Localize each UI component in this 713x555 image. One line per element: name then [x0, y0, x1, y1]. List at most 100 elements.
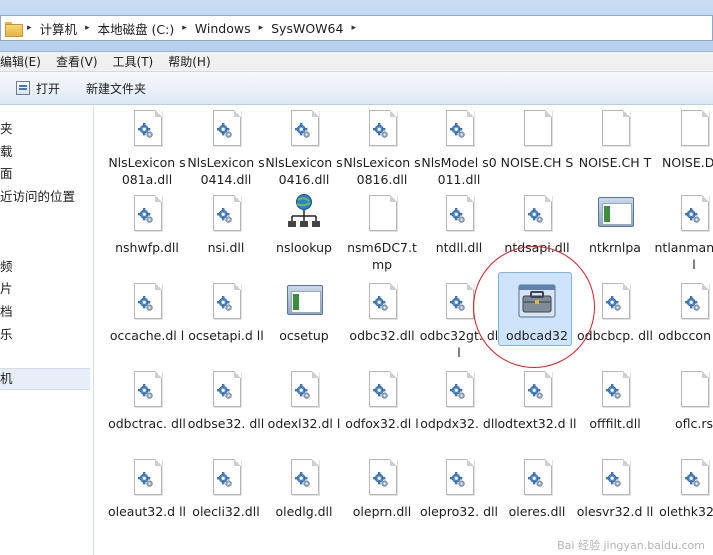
file-item[interactable]: ocsetapi.d ll — [186, 281, 266, 361]
navigation-pane: 夹 载 面 近访问的位置 频 片 档 乐 机 — [0, 106, 94, 555]
file-item[interactable]: NlsModel s0011.dll — [419, 108, 499, 188]
file-item[interactable]: oledlg.dll — [264, 457, 344, 537]
file-item[interactable]: NOISE.CH T — [575, 108, 655, 188]
file-item[interactable]: nshwfp.dll — [107, 193, 187, 273]
dll-gear-icon — [364, 108, 400, 152]
dll-gear-icon — [286, 108, 322, 152]
watermark: Bai 经验 jingyan.baidu.com — [557, 539, 705, 552]
file-item[interactable]: odbc32.dll — [342, 281, 422, 361]
file-item[interactable]: NlsLexicon s081a.dll — [107, 108, 187, 188]
breadcrumb-computer[interactable]: 计算机 — [34, 19, 84, 38]
file-item[interactable]: odfox32.dl l — [342, 369, 422, 449]
nav-item-documents[interactable]: 档 — [0, 301, 13, 320]
file-item[interactable]: odbctrac. dll — [107, 369, 187, 449]
file-name: odpdx32. dll — [420, 416, 498, 431]
dll-gear-icon — [208, 369, 244, 413]
dll-gear-icon — [208, 108, 244, 152]
file-item[interactable]: ntlanman. dll — [654, 193, 713, 273]
address-box[interactable]: ▸ 计算机 ▸ 本地磁盘 (C:) ▸ Windows ▸ SysWOW64 ▸ — [0, 15, 713, 41]
open-label: 打开 — [36, 81, 61, 96]
dll-gear-icon — [364, 457, 400, 501]
file-name: NlsLexicon s0416.dll — [265, 155, 343, 187]
file-item[interactable]: offfilt.dll — [575, 369, 655, 449]
chevron-right-icon[interactable]: ▸ — [349, 23, 358, 33]
dll-gear-icon — [519, 369, 555, 413]
file-name: ntlanman. dll — [654, 240, 713, 272]
file-name: olesvr32.d ll — [576, 504, 654, 519]
blank-file-icon — [597, 108, 633, 152]
file-item[interactable]: NlsLexicon s0416.dll — [264, 108, 344, 188]
dll-gear-icon — [286, 369, 322, 413]
chevron-right-icon[interactable]: ▸ — [257, 23, 266, 33]
file-item[interactable]: olesvr32.d ll — [575, 457, 655, 537]
nav-item-recent-places[interactable]: 近访问的位置 — [0, 186, 75, 205]
new-folder-button[interactable]: 新建文件夹 — [86, 80, 146, 97]
blank-file-icon — [519, 108, 555, 152]
file-item[interactable]: olepro32. dll — [419, 457, 499, 537]
open-button[interactable]: 打开 — [16, 80, 60, 97]
chevron-right-icon[interactable]: ▸ — [180, 23, 189, 33]
nav-item-favorites[interactable]: 夹 — [0, 118, 13, 137]
file-name: oledlg.dll — [275, 504, 333, 519]
file-item[interactable]: NOISE.D T — [654, 108, 713, 188]
file-name: offfilt.dll — [589, 416, 641, 431]
file-item[interactable]: olecli32.dll — [186, 457, 266, 537]
nav-item-downloads[interactable]: 载 — [0, 141, 13, 160]
toolbar: 打开 新建文件夹 — [0, 72, 713, 105]
file-item[interactable]: ntdll.dll — [419, 193, 499, 273]
dll-gear-icon — [441, 457, 477, 501]
file-name: nsm6DC7.t mp — [347, 240, 417, 272]
file-name: NlsModel s0011.dll — [421, 155, 497, 187]
dll-gear-icon — [441, 369, 477, 413]
dll-gear-icon — [364, 369, 400, 413]
file-item[interactable]: NOISE.CH S — [497, 108, 577, 188]
menu-help[interactable]: 帮助(H) — [168, 53, 217, 70]
dll-gear-icon — [208, 281, 244, 325]
file-item[interactable]: nsi.dll — [186, 193, 266, 273]
file-name: nshwfp.dll — [115, 240, 179, 255]
file-name: ntdll.dll — [435, 240, 483, 255]
dll-gear-icon — [129, 281, 165, 325]
nav-item-pictures[interactable]: 片 — [0, 278, 13, 297]
dll-gear-icon — [129, 369, 165, 413]
file-item[interactable]: oflc.rs — [654, 369, 713, 449]
menu-edit[interactable]: 编辑(E) — [0, 53, 48, 70]
file-name: odbc32.dll — [349, 328, 415, 343]
nav-item-videos[interactable]: 频 — [0, 256, 13, 275]
dll-gear-icon — [676, 281, 712, 325]
menu-view[interactable]: 查看(V) — [56, 53, 105, 70]
file-item[interactable]: oleprn.dll — [342, 457, 422, 537]
file-item[interactable]: nslookup — [264, 193, 344, 273]
file-item[interactable]: oleres.dll — [497, 457, 577, 537]
file-item[interactable]: odtext32.d ll — [497, 369, 577, 449]
nav-item-computer[interactable]: 机 — [0, 368, 90, 390]
file-item[interactable]: oleaut32.d ll — [107, 457, 187, 537]
file-item[interactable]: odpdx32. dll — [419, 369, 499, 449]
file-item[interactable]: ocsetup — [264, 281, 344, 361]
file-item[interactable]: NlsLexicon s0414.dll — [186, 108, 266, 188]
nav-item-music[interactable]: 乐 — [0, 324, 13, 343]
dll-gear-icon — [286, 457, 322, 501]
file-item[interactable]: odexl32.dl l — [264, 369, 344, 449]
file-name: oleaut32.d ll — [107, 504, 187, 519]
file-name: NlsLexicon s0414.dll — [187, 155, 265, 187]
chevron-right-icon[interactable]: ▸ — [25, 23, 34, 33]
file-item[interactable]: odbccon dll — [654, 281, 713, 361]
file-view: NlsLexicon s081a.dll NlsLexicon s0414.dll… — [95, 106, 713, 555]
file-item[interactable]: nsm6DC7.t mp — [342, 193, 422, 273]
file-item[interactable]: olethk32. ll — [654, 457, 713, 537]
menu-tools[interactable]: 工具(T) — [113, 53, 161, 70]
nav-item-desktop[interactable]: 面 — [0, 163, 13, 182]
breadcrumb-syswow64[interactable]: SysWOW64 — [265, 21, 349, 36]
dll-gear-icon — [441, 108, 477, 152]
file-name: ocsetapi.d ll — [188, 328, 264, 343]
breadcrumb-local-disk[interactable]: 本地磁盘 (C:) — [92, 19, 181, 38]
file-item[interactable]: NlsLexicon s0816.dll — [342, 108, 422, 188]
file-item[interactable]: ntkrnlpa — [575, 193, 655, 273]
file-item[interactable]: odbse32. dll — [186, 369, 266, 449]
file-name: odtext32.d ll — [497, 416, 577, 431]
breadcrumb-windows[interactable]: Windows — [189, 21, 257, 36]
file-item[interactable]: occache.dl l — [107, 281, 187, 361]
chevron-right-icon[interactable]: ▸ — [83, 23, 92, 33]
blank-file-icon — [364, 193, 400, 237]
